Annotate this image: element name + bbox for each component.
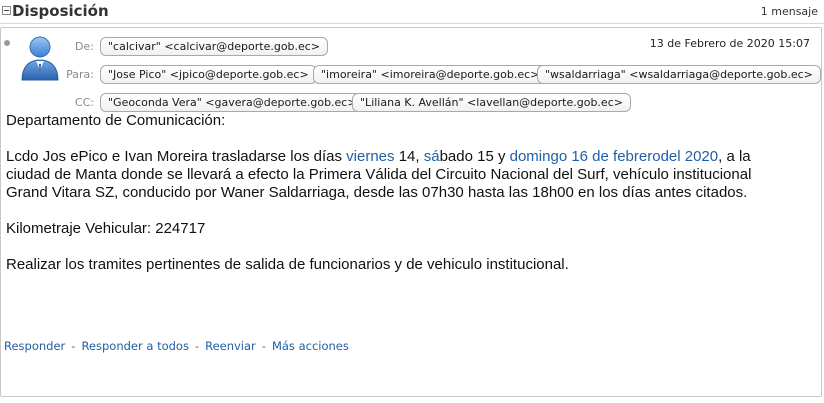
thread-header: Disposición 1 mensaje: [0, 0, 824, 24]
separator: -: [194, 339, 200, 353]
date-link[interactable]: viernes: [346, 148, 394, 165]
body-line: Realizar los tramites pertinentes de sal…: [6, 256, 569, 273]
from-address-chip[interactable]: "calcivar" <calcivar@deporte.gob.ec>: [100, 37, 329, 56]
reply-link[interactable]: Responder: [4, 339, 65, 353]
body-text: 14,: [394, 148, 424, 165]
to-address-chip[interactable]: "imoreira" <imoreira@deporte.gob.ec>: [313, 65, 548, 84]
thread-title: Disposición: [12, 2, 109, 20]
body-line: Kilometraje Vehicular: 224717: [6, 220, 206, 237]
from-label: De:: [75, 40, 94, 53]
forward-link[interactable]: Reenviar: [205, 339, 256, 353]
cc-label: CC:: [74, 96, 94, 109]
body-text: , a la: [718, 148, 751, 165]
divider: [0, 23, 824, 24]
more-actions-link[interactable]: Más acciones: [272, 339, 349, 353]
body-line: Grand Vitara SZ, conducido por Waner Sal…: [6, 184, 748, 201]
collapse-minus-icon[interactable]: [2, 6, 11, 15]
body-text: Lcdo Jos ePico e Ivan Moreira trasladars…: [6, 148, 347, 165]
body-line: Departamento de Comunicación:: [6, 112, 226, 129]
cc-address-chip[interactable]: "Liliana K. Avellán" <lavellan@deporte.g…: [352, 93, 631, 112]
body-text: bado 15 y: [439, 148, 510, 165]
date-link[interactable]: domingo 16 de febrerodel 2020: [510, 148, 719, 165]
reply-all-link[interactable]: Responder a todos: [81, 339, 189, 353]
to-address-chip[interactable]: "wsaldarriaga" <wsaldarriaga@deporte.gob…: [537, 65, 821, 84]
body-line: ciudad de Manta donde se llevará a efect…: [6, 166, 752, 183]
date-link[interactable]: sá: [424, 148, 440, 165]
message-date: 13 de Febrero de 2020 15:07: [649, 37, 810, 50]
message-actions: Responder - Responder a todos - Reenviar - Más…: [4, 339, 349, 353]
separator: -: [71, 339, 76, 353]
to-label: Para:: [66, 68, 94, 81]
to-address-chip[interactable]: "Jose Pico" <jpico@deporte.gob.ec>: [100, 65, 317, 84]
status-dot-icon: [4, 40, 10, 46]
message-body: Departamento de Comunicación: Lcdo Jos e…: [6, 112, 806, 274]
cc-address-chip[interactable]: "Geoconda Vera" <gavera@deporte.gob.ec>: [100, 93, 365, 112]
body-paragraph: Lcdo Jos ePico e Ivan Moreira trasladars…: [6, 148, 806, 166]
message-count: 1 mensaje: [760, 5, 818, 18]
separator: -: [261, 339, 266, 353]
